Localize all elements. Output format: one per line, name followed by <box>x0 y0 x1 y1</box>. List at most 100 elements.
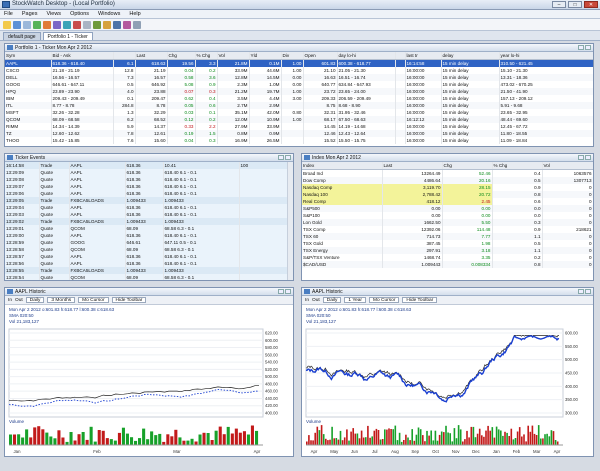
period-select[interactable]: Daily <box>25 297 45 303</box>
index-row[interactable]: TSX 60 714.73 7.77 1.1 0 <box>302 233 593 240</box>
export-icon[interactable] <box>113 20 121 29</box>
event-row[interactable]: 16:14:58 Trade AAPL 618.36 10.41 100 <box>5 162 288 169</box>
zoom-in-button[interactable]: In <box>8 298 12 303</box>
table-cell: 0.2 <box>195 116 218 123</box>
cursor-select[interactable]: Mo Cursor <box>78 297 109 303</box>
table-cell <box>239 204 288 211</box>
portfolio-row[interactable]: HPQ 23.89 - 23.90 4.0 23.88 0.07 0.3 21.2M 19.7… <box>5 88 593 95</box>
save-icon[interactable] <box>13 20 21 29</box>
panel-close-button[interactable] <box>285 155 291 160</box>
chart-canvas: Mon Apr 2 2012 o:601.83 h:618.77 l:600.3… <box>8 307 278 454</box>
panel-min-button[interactable] <box>578 289 584 294</box>
index-row[interactable]: Nasdaq Comp 3,119.70 28.15 0.9 0 <box>302 184 593 191</box>
settings-icon[interactable] <box>83 20 91 29</box>
event-row[interactable]: 13:29:06 Quote AAPL 618.36 618.40 6.1 - 0.1 <box>5 190 288 197</box>
stop-icon[interactable] <box>73 20 81 29</box>
event-row[interactable]: 13:29:05 Trade FXBCA5LOADS 1.009433 1.009433 <box>5 197 288 204</box>
index-row[interactable]: TSX Gold 387.45 1.98 0.5 0 <box>302 240 593 247</box>
zoom-in-button[interactable]: In <box>305 298 309 303</box>
event-row[interactable]: 13:28:56 Quote AAPL 618.36 618.40 6.1 - 0.1 <box>5 260 288 267</box>
event-row[interactable]: 13:28:57 Quote AAPL 618.36 618.40 6.1 - 0.1 <box>5 253 288 260</box>
portfolio-row[interactable]: IBM 209.43 - 209.49 0.1 209.47 0.62 0.4 3.5M 4.… <box>5 95 593 102</box>
cursor-select[interactable]: Mo Cursor <box>369 297 400 303</box>
panel-close-button[interactable] <box>585 45 591 50</box>
portfolio-row[interactable]: QCOM 68.09 - 68.58 6.2 68.52 0.12 0.2 12.0M 10.… <box>5 116 593 123</box>
event-row[interactable]: 13:29:02 Trade FXBCA5LOADS 1.009433 1.009433 <box>5 218 288 225</box>
index-row[interactable]: Broad Ind 13264.49 52.46 0.4 1063576 <box>302 169 593 177</box>
event-row[interactable]: 13:29:07 Quote AAPL 618.36 618.40 6.1 - 0.1 <box>5 183 288 190</box>
hide-toolbar-button[interactable]: Hide Toolbar <box>402 297 438 303</box>
period-select[interactable]: Daily <box>322 297 342 303</box>
menu-windows[interactable]: Windows <box>98 10 120 18</box>
panel-close-button[interactable] <box>285 289 291 294</box>
maximize-button[interactable]: □ <box>568 1 582 8</box>
portfolio-row[interactable]: RIMM 14.34 - 14.39 5.9 14.37 0.33 2.2 27.9M 33.… <box>5 123 593 130</box>
event-row[interactable]: 13:28:54 Quote QCOM 68.09 68.58 6.3 - 0.1 <box>5 274 288 280</box>
index-row[interactable]: S&P/TSX Venture 1468.74 3.35 0.2 0 <box>302 254 593 261</box>
index-row[interactable]: Real Comp 418.12 2.45 0.6 0 <box>302 198 593 205</box>
chart-icon[interactable] <box>53 20 61 29</box>
table-cell: FXBCA5LOADS <box>69 267 126 274</box>
ticker-events-scrollbar[interactable] <box>287 162 293 280</box>
event-row[interactable]: 13:28:58 Quote QCOM 68.09 68.58 6.3 - 0.1 <box>5 246 288 253</box>
portfolio-row[interactable]: DELL 16.56 - 16.57 7.3 16.57 0.58 3.6 12.8M 14.… <box>5 74 593 81</box>
index-row[interactable]: S&P500 0.00 0.00 0.0 0 <box>302 205 593 212</box>
watch-icon[interactable] <box>123 20 131 29</box>
menu-file[interactable]: File <box>4 10 13 18</box>
minimize-button[interactable]: – <box>552 1 566 8</box>
event-row[interactable]: 13:29:09 Quote AAPL 618.36 618.40 6.1 - 0.1 <box>5 169 288 176</box>
index-row[interactable]: Lon Gold 1662.50 5.50 0.3 0 <box>302 219 593 226</box>
refresh-icon[interactable] <box>93 20 101 29</box>
portfolio-row[interactable]: CSCO 21.18 - 21.19 12.8 21.19 0.04 0.2 33.9M 44… <box>5 67 593 74</box>
event-row[interactable]: 13:29:03 Quote AAPL 618.36 618.40 6.1 - 0.1 <box>5 211 288 218</box>
range-select[interactable]: 3 Months <box>47 297 76 303</box>
table-cell: 618.36 <box>125 204 164 211</box>
portfolio-row[interactable]: THOO 15.42 - 15.85 7.6 15.60 0.04 0.3 16.9M 26.… <box>5 137 593 144</box>
portfolio-row[interactable]: MSFT 32.26 - 32.28 1.3 32.29 0.03 0.1 35.1M 42.… <box>5 109 593 116</box>
zoom-out-button[interactable]: Out <box>15 298 23 303</box>
event-row[interactable]: 13:28:55 Trade FXBCA5LOADS 1.009433 1.009433 <box>5 267 288 274</box>
grid-icon[interactable] <box>63 20 71 29</box>
event-row[interactable]: 13:29:08 Quote AAPL 618.36 618.40 6.1 - 0.1 <box>5 176 288 183</box>
table-cell: 418.12 <box>382 198 443 205</box>
open-icon[interactable] <box>3 20 11 29</box>
event-row[interactable]: 13:29:01 Quote QCOM 68.09 68.58 6.3 - 0.1 <box>5 225 288 232</box>
range-select[interactable]: 1 Year <box>344 297 367 303</box>
index-row[interactable]: Dow Comp 4486.64 20.16 0.5 1307713 <box>302 177 593 184</box>
index-row[interactable]: TSX Comp 12392.06 114.48 0.9 218621 <box>302 226 593 233</box>
portfolio-row[interactable]: GOOG 646.61 - 647.11 0.5 646.92 5.08 0.9 2.3M 1… <box>5 81 593 88</box>
news-icon[interactable] <box>103 20 111 29</box>
menu-views[interactable]: Views <box>46 10 61 18</box>
index-row[interactable]: S&P100 0.00 0.00 0.0 0 <box>302 212 593 219</box>
zoom-out-button[interactable]: Out <box>312 298 320 303</box>
help-icon[interactable] <box>133 20 141 29</box>
portfolio-row[interactable]: AAPL 618.36 - 618.40 6.1 618.63 19.56 3.3 21.8… <box>5 59 593 67</box>
chart-info-text: Mon Apr 2 2012 o:601.83 h:618.77 l:600.3… <box>306 307 412 312</box>
menu-options[interactable]: Options <box>70 10 89 18</box>
tab-portfolio[interactable]: Portfolio 1 - Ticker <box>42 32 93 40</box>
alert-icon[interactable] <box>43 20 51 29</box>
menu-pages[interactable]: Pages <box>22 10 38 18</box>
hide-toolbar-button[interactable]: Hide Toolbar <box>111 297 147 303</box>
print-icon[interactable] <box>23 20 31 29</box>
event-row[interactable]: 13:29:04 Quote AAPL 618.36 618.40 6.1 - 0.1 <box>5 204 288 211</box>
add-icon[interactable] <box>33 20 41 29</box>
index-row[interactable]: $CAD/USD 1.009443 0.008334 0.8 0 <box>302 261 593 268</box>
volume-bar <box>33 427 37 445</box>
panel-close-button[interactable] <box>585 155 591 160</box>
index-row[interactable]: Nasdaq 100 2,788.42 20.72 0.8 0 <box>302 191 593 198</box>
portfolio-row[interactable]: TZ 12.60 - 12.62 7.8 12.61 0.19 1.5 0.8M 0.9M 12… <box>5 130 593 137</box>
event-row[interactable]: 13:29:00 Quote AAPL 618.36 618.40 6.1 - 0.1 <box>5 232 288 239</box>
volume-bar <box>390 429 392 445</box>
panel-min-button[interactable] <box>578 45 584 50</box>
panel-min-button[interactable] <box>578 155 584 160</box>
panel-close-button[interactable] <box>585 289 591 294</box>
index-row[interactable]: TSX Energy 297.91 3.18 1.1 0 <box>302 247 593 254</box>
panel-min-button[interactable] <box>278 289 284 294</box>
portfolio-row[interactable]: ITL 8.77 - 8.78 284.8 8.78 0.05 0.6 2.7M 2.9M 8.… <box>5 102 593 109</box>
menu-help[interactable]: Help <box>129 10 140 18</box>
panel-min-button[interactable] <box>278 155 284 160</box>
event-row[interactable]: 13:28:59 Quote GOOG 646.61 647.11 0.5 - 0.1 <box>5 239 288 246</box>
close-button[interactable]: ✕ <box>584 1 598 8</box>
tab-default-page[interactable]: default page <box>3 32 41 40</box>
